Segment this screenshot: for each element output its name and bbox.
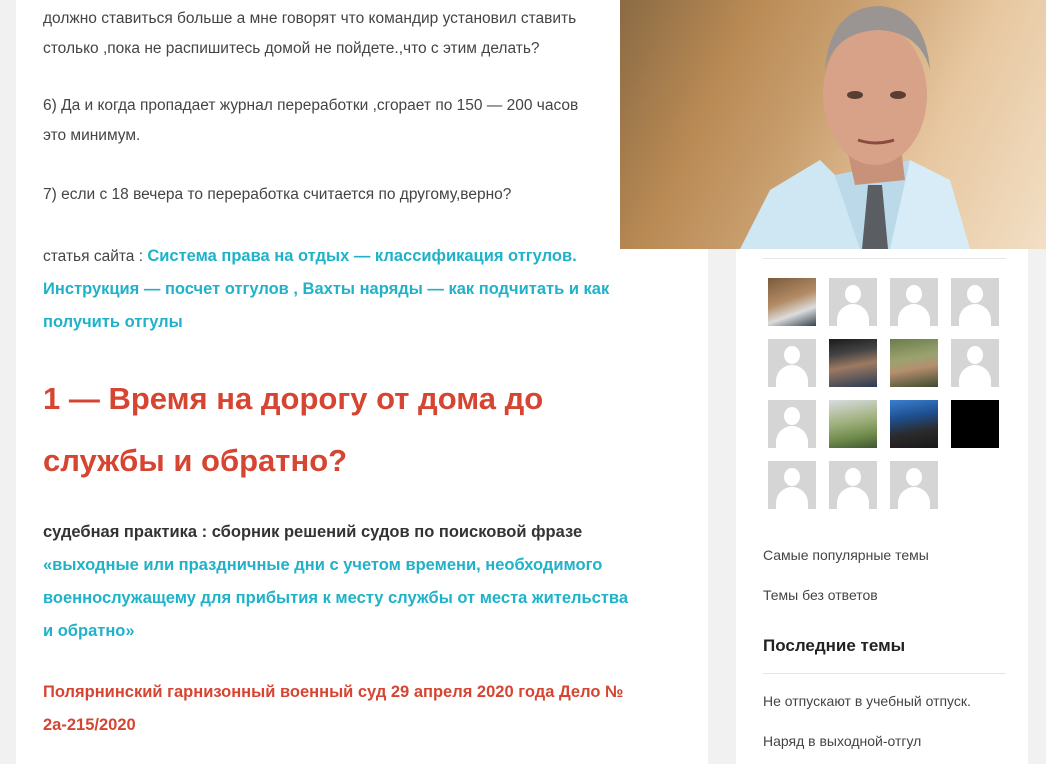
presenter-video	[740, 6, 970, 249]
popular-topics-link[interactable]: Самые популярные темы	[763, 547, 929, 563]
left-eye	[847, 91, 863, 99]
question-7-text: 7) если с 18 вечера то переработка счита…	[43, 186, 512, 203]
unanswered-topics-link[interactable]: Темы без ответов	[763, 587, 878, 603]
user-avatar[interactable]	[890, 339, 938, 387]
article-content: должно ставиться больше а мне говорят чт…	[16, 0, 708, 764]
shirt-left	[740, 160, 860, 249]
webcam-overlay	[620, 0, 1046, 249]
avatar-placeholder-body	[959, 304, 991, 326]
judicial-link-line-2: военнослужащему для прибытия к месту слу…	[43, 589, 628, 607]
site-article-link-line-2: Инструкция — посчет отгулов , Вахты наря…	[43, 280, 610, 298]
avatar-placeholder-head	[906, 285, 922, 303]
avatar-placeholder-head	[967, 346, 983, 364]
question-5-line-1: должно ставиться больше а мне говорят чт…	[43, 10, 577, 27]
avatar-placeholder-body	[898, 487, 930, 509]
section-heading-line-2: службы и обратно?	[43, 443, 348, 478]
judicial-practice-paragraph: судебная практика : сборник решений судо…	[43, 516, 628, 648]
site-article-link-line-3: получить отгулы	[43, 313, 183, 331]
avatar-placeholder-body	[837, 304, 869, 326]
user-avatar[interactable]	[890, 278, 938, 326]
case-title: Полярнинский гарнизонный военный суд 29 …	[43, 676, 683, 742]
user-avatar[interactable]	[829, 339, 877, 387]
avatar-placeholder-head	[784, 407, 800, 425]
user-avatar[interactable]	[768, 461, 816, 509]
user-avatar[interactable]	[768, 339, 816, 387]
avatar-placeholder-body	[837, 487, 869, 509]
section-heading-line-1: 1 — Время на дорогу от дома до	[43, 381, 544, 416]
avatar-placeholder-head	[906, 468, 922, 486]
judicial-practice-label: судебная практика : сборник решений судо…	[43, 523, 583, 541]
avatar-placeholder-body	[776, 487, 808, 509]
user-avatar[interactable]	[951, 339, 999, 387]
section-heading: 1 — Время на дорогу от дома до службы и …	[43, 368, 643, 492]
site-article-link-line-1: Система права на отдых — классификация о…	[147, 247, 577, 265]
case-title-line-1: Полярнинский гарнизонный военный суд 29 …	[43, 683, 624, 701]
user-avatar[interactable]	[829, 400, 877, 448]
sidebar-divider-top	[763, 258, 1006, 259]
question-5-line-2: столько ,пока не распишитесь домой не по…	[43, 40, 540, 57]
user-avatar[interactable]	[951, 278, 999, 326]
avatar-placeholder-body	[898, 304, 930, 326]
right-eye	[890, 91, 906, 99]
latest-topic-item[interactable]: Наряд в выходной-отгул	[763, 733, 921, 749]
user-avatar[interactable]	[768, 278, 816, 326]
avatar-placeholder-head	[784, 468, 800, 486]
user-avatar[interactable]	[768, 400, 816, 448]
case-title-line-2: 2а-215/2020	[43, 716, 136, 734]
user-avatar[interactable]	[951, 400, 999, 448]
avatar-placeholder-head	[784, 346, 800, 364]
avatar-placeholder-head	[845, 285, 861, 303]
judicial-link-line-3: и обратно»	[43, 622, 135, 640]
user-avatar[interactable]	[890, 400, 938, 448]
question-6-line-1: 6) Да и когда пропадает журнал переработ…	[43, 97, 579, 114]
latest-topics-divider	[763, 673, 1006, 674]
avatar-placeholder-head	[967, 285, 983, 303]
latest-topic-item[interactable]: Не отпускают в учебный отпуск.	[763, 693, 971, 709]
judicial-practice-link[interactable]: «выходные или праздничные дни с учетом в…	[43, 556, 628, 640]
site-article-label: статья сайта :	[43, 248, 148, 265]
question-6-line-2: это минимум.	[43, 127, 141, 144]
user-avatar[interactable]	[890, 461, 938, 509]
user-avatar[interactable]	[829, 461, 877, 509]
question-5-text: должно ставиться больше а мне говорят чт…	[43, 4, 576, 64]
question-6-text: 6) Да и когда пропадает журнал переработ…	[43, 91, 578, 151]
user-avatar[interactable]	[829, 278, 877, 326]
site-article-paragraph: статья сайта : Система права на отдых — …	[43, 240, 609, 339]
avatar-placeholder-body	[776, 365, 808, 387]
avatar-placeholder-body	[959, 365, 991, 387]
avatar-placeholder-body	[776, 426, 808, 448]
user-avatar-grid	[768, 278, 1008, 509]
latest-topics-heading: Последние темы	[763, 636, 906, 655]
judicial-link-line-1: «выходные или праздничные дни с учетом в…	[43, 556, 603, 574]
avatar-placeholder-head	[845, 468, 861, 486]
